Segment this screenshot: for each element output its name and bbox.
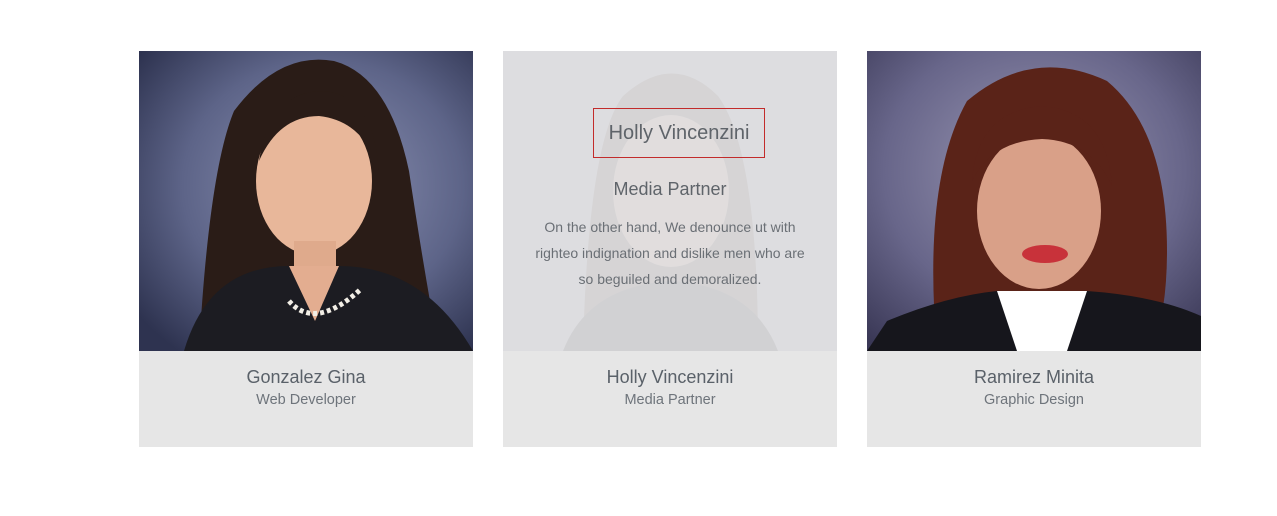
member-hover-overlay: Holly Vincenzini Media Partner On the ot… [503, 51, 837, 351]
overlay-member-description: On the other hand, We denounce ut with r… [535, 219, 805, 287]
team-card-ramirez-minita[interactable]: Ramirez Minita Graphic Design [867, 51, 1201, 447]
member-photo: Holly Vincenzini Media Partner On the ot… [503, 51, 837, 351]
member-caption: Ramirez Minita Graphic Design [867, 351, 1201, 447]
overlay-member-name[interactable]: Holly Vincenzini [593, 108, 765, 158]
team-section: Gonzalez Gina Web Developer Holly Vincen… [0, 0, 1277, 516]
member-role: Web Developer [256, 392, 356, 408]
team-card-gonzalez-gina[interactable]: Gonzalez Gina Web Developer [139, 51, 473, 447]
member-caption: Holly Vincenzini Media Partner [503, 351, 837, 447]
member-role: Media Partner [624, 392, 716, 408]
member-name: Holly Vincenzini [606, 367, 734, 387]
member-caption: Gonzalez Gina Web Developer [139, 351, 473, 447]
member-name: Gonzalez Gina [246, 367, 366, 387]
member-photo [139, 51, 473, 351]
team-card-holly-vincenzini[interactable]: Holly Vincenzini Media Partner On the ot… [503, 51, 837, 447]
overlay-member-role: Media Partner [613, 179, 727, 199]
member-photo [867, 51, 1201, 351]
member-name: Ramirez Minita [973, 367, 1095, 387]
member-role: Graphic Design [984, 392, 1084, 408]
